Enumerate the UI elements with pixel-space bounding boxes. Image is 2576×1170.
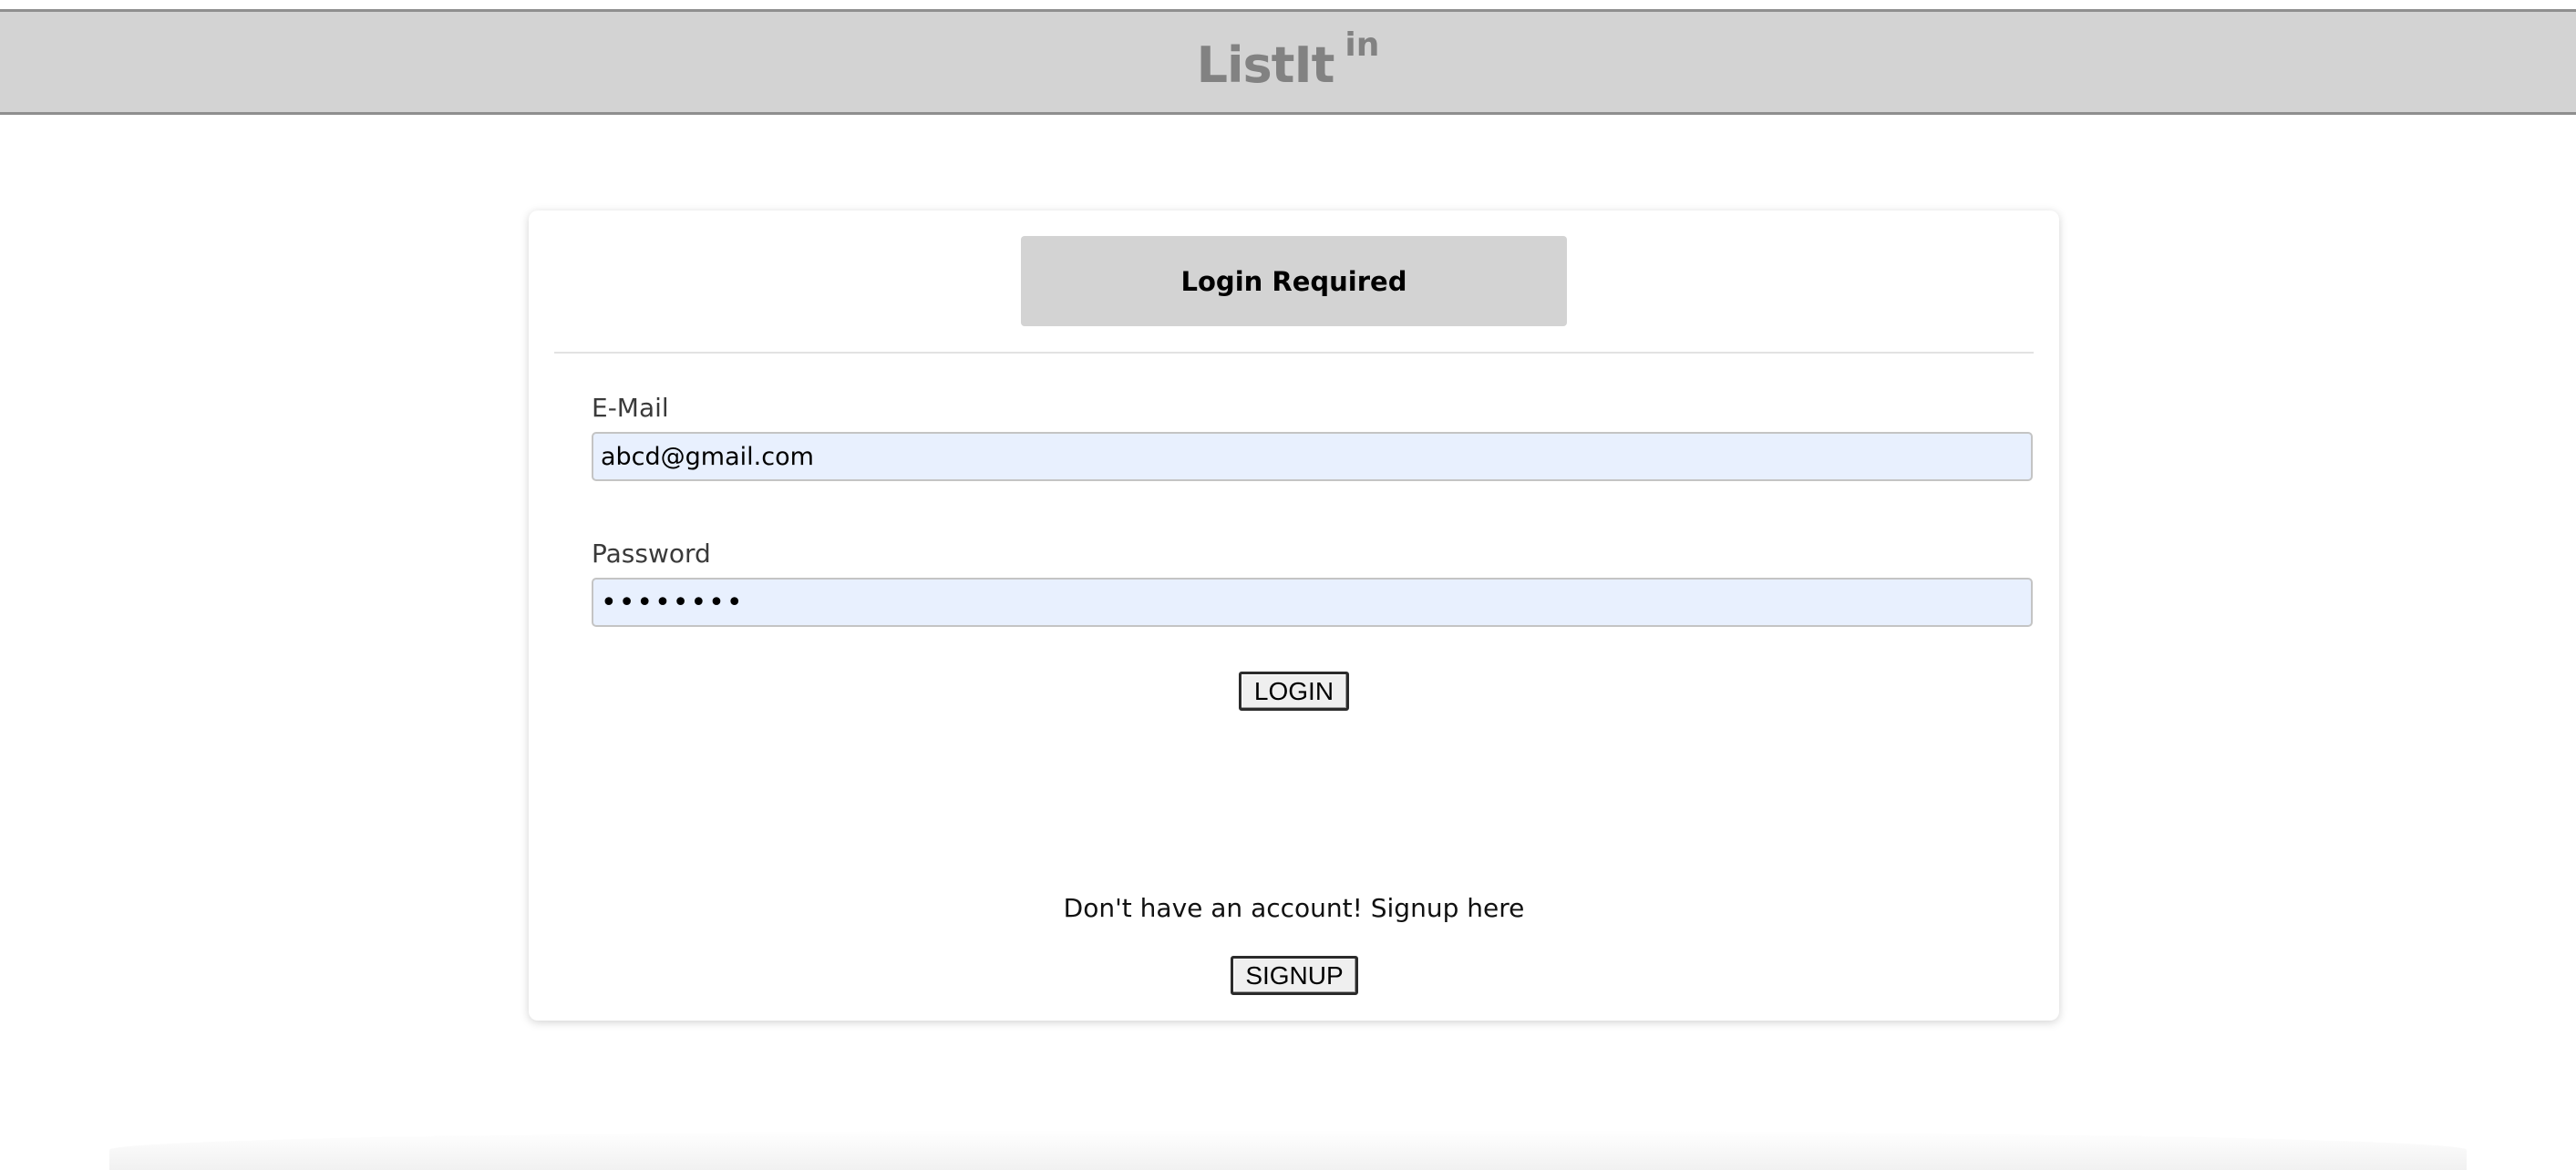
password-label: Password	[592, 539, 711, 569]
login-page: ListIt in Login Required E-Mail Password…	[0, 0, 2576, 1170]
card-title: Login Required	[1180, 265, 1407, 297]
signup-button[interactable]: SIGNUP	[1231, 956, 1358, 995]
signup-prompt: Don't have an account! Signup here	[1063, 893, 1525, 923]
brand-name: ListIt	[1196, 36, 1335, 94]
login-card: Login Required E-Mail Password LOGIN Don…	[529, 210, 2059, 1021]
app-header: ListIt in	[0, 9, 2576, 115]
brand-superscript: in	[1345, 26, 1380, 64]
footer-shadow	[109, 1130, 2467, 1170]
card-divider	[554, 352, 2034, 354]
email-field[interactable]	[592, 432, 2033, 481]
brand-logo[interactable]: ListIt in	[1196, 29, 1380, 94]
email-label: E-Mail	[592, 393, 669, 423]
card-title-box: Login Required	[1021, 236, 1567, 326]
login-button[interactable]: LOGIN	[1239, 672, 1349, 711]
password-field[interactable]	[592, 578, 2033, 627]
